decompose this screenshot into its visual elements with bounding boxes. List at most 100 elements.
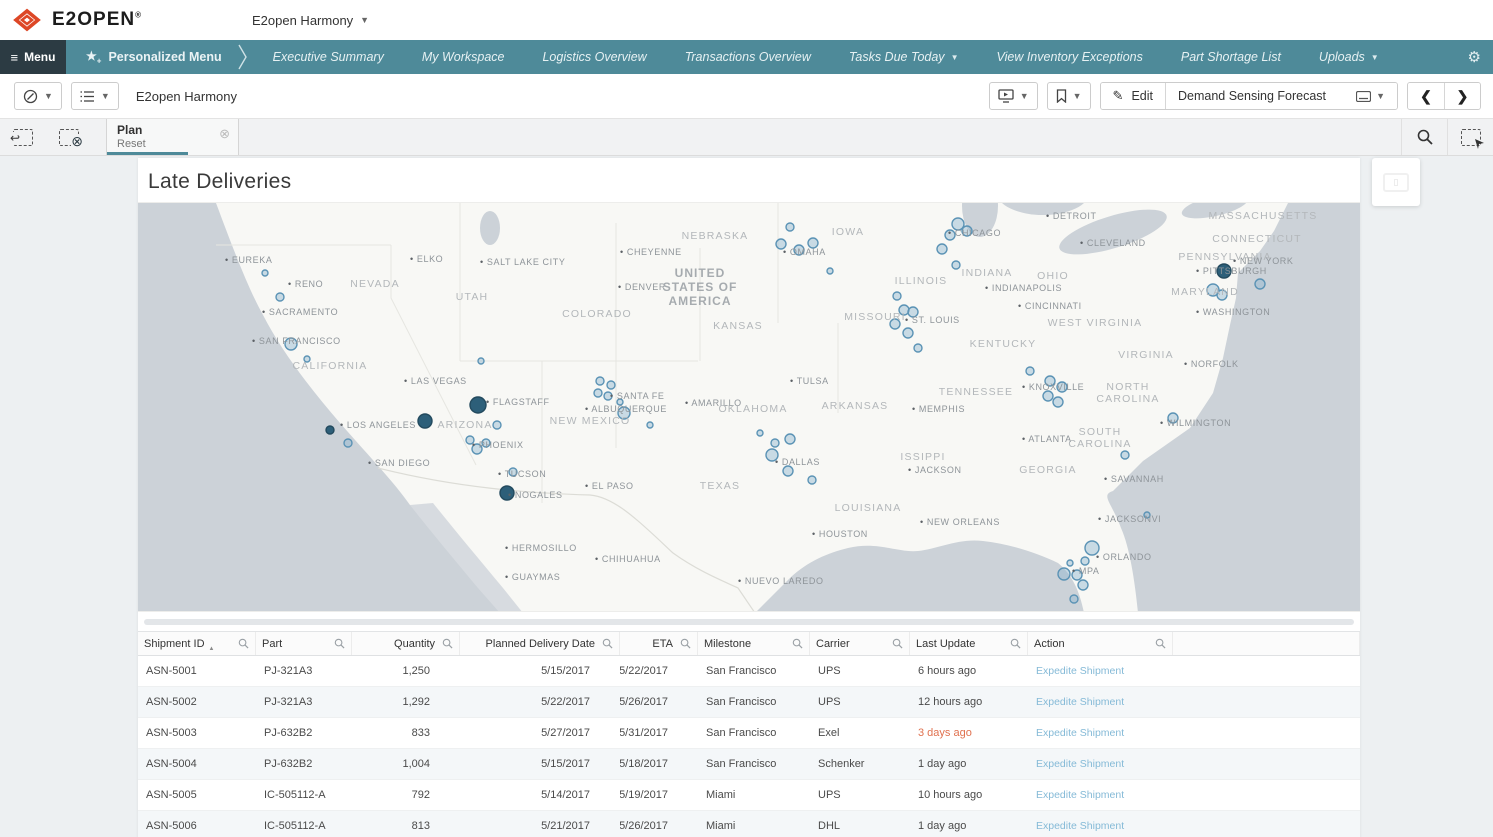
shipment-location-dot[interactable] [493, 421, 501, 429]
forecast-selector[interactable]: Demand Sensing Forecast ▼ [1165, 83, 1397, 109]
shipment-location-dot[interactable] [937, 244, 947, 254]
expedite-shipment-link[interactable]: Expedite Shipment [1036, 727, 1124, 739]
shipment-location-dot[interactable] [794, 245, 804, 255]
table-row-asn-5002[interactable]: ASN-5002PJ-321A31,2925/22/20175/26/2017S… [138, 687, 1360, 718]
shipment-location-dot[interactable] [1144, 512, 1150, 518]
column-header-shipment_id[interactable]: Shipment ID▲ [138, 632, 256, 655]
shipment-location-dot[interactable] [899, 305, 909, 315]
table-row-asn-5003[interactable]: ASN-5003PJ-632B28335/27/20175/31/2017San… [138, 718, 1360, 749]
nav-item-tasks-due-today[interactable]: Tasks Due Today▼ [830, 50, 978, 64]
shipment-location-dot[interactable] [596, 377, 604, 385]
table-row-asn-5004[interactable]: ASN-5004PJ-632B21,0045/15/20175/18/2017S… [138, 749, 1360, 780]
nav-item-view-inventory-exceptions[interactable]: View Inventory Exceptions [977, 50, 1161, 64]
shipment-location-dot[interactable] [1026, 367, 1034, 375]
shipment-location-dot[interactable] [1217, 290, 1227, 300]
shipment-location-dot[interactable] [509, 468, 517, 476]
nav-item-transactions-overview[interactable]: Transactions Overview [666, 50, 830, 64]
shipment-location-dot[interactable] [276, 293, 284, 301]
shipment-location-dot[interactable] [304, 356, 310, 362]
shipment-location-dot[interactable] [1067, 560, 1073, 566]
nav-item-uploads[interactable]: Uploads▼ [1300, 50, 1398, 64]
shipment-location-dot[interactable] [607, 381, 615, 389]
shipment-location-dot[interactable] [757, 430, 763, 436]
expedite-shipment-link[interactable]: Expedite Shipment [1036, 820, 1124, 832]
shipment-location-dot[interactable] [618, 407, 630, 419]
shipment-location-dot[interactable] [945, 230, 955, 240]
select-region-button[interactable] [1447, 119, 1493, 155]
expedite-shipment-link[interactable]: Expedite Shipment [1036, 696, 1124, 708]
map-horizontal-scrollbar[interactable] [144, 619, 1354, 625]
shipment-location-dot[interactable] [785, 434, 795, 444]
column-search-icon[interactable] [1155, 638, 1166, 649]
shipment-location-dot[interactable] [908, 307, 918, 317]
outline-tool-button[interactable]: ▼ [71, 82, 119, 110]
column-header-last_update[interactable]: Last Update [910, 632, 1028, 655]
column-header-planned_delivery_date[interactable]: Planned Delivery Date [460, 632, 620, 655]
nav-item-executive-summary[interactable]: Executive Summary [254, 50, 403, 64]
shipment-location-dot[interactable] [771, 439, 779, 447]
shipment-location-dot[interactable] [903, 328, 913, 338]
shipment-location-dot[interactable] [786, 223, 794, 231]
search-button[interactable] [1401, 119, 1447, 155]
next-button[interactable]: ❯ [1444, 83, 1480, 109]
shipment-location-dot[interactable] [1057, 382, 1067, 392]
shipment-location-dot[interactable] [1045, 376, 1055, 386]
shipment-location-dot[interactable] [1072, 570, 1082, 580]
shipment-location-dot[interactable] [482, 439, 490, 447]
expedite-shipment-link[interactable]: Expedite Shipment [1036, 758, 1124, 770]
map-widget-button[interactable] [1372, 158, 1420, 206]
shipment-location-dot[interactable] [647, 422, 653, 428]
column-header-quantity[interactable]: Quantity [352, 632, 460, 655]
shipment-location-dot[interactable] [890, 319, 900, 329]
table-row-asn-5001[interactable]: ASN-5001PJ-321A31,2505/15/20175/22/2017S… [138, 656, 1360, 687]
personalized-menu-button[interactable]: ★+ Personalized Menu [66, 40, 238, 74]
shipment-location-dot[interactable] [952, 261, 960, 269]
shipment-location-dot[interactable] [1058, 568, 1070, 580]
shipment-location-dot[interactable] [1081, 557, 1089, 565]
menu-button[interactable]: ≡ Menu [0, 40, 66, 74]
nav-item-my-workspace[interactable]: My Workspace [403, 50, 524, 64]
shipment-location-dot[interactable] [344, 439, 352, 447]
shipment-location-dot[interactable] [500, 486, 514, 500]
shipment-location-dot[interactable] [1085, 541, 1099, 555]
shipment-location-dot[interactable] [1168, 413, 1178, 423]
table-row-asn-5006[interactable]: ASN-5006IC-505112-A8135/21/20175/26/2017… [138, 811, 1360, 837]
shipment-location-dot[interactable] [827, 268, 833, 274]
app-selector-dropdown[interactable]: E2open Harmony ▼ [252, 13, 369, 28]
shipment-location-dot[interactable] [1070, 595, 1078, 603]
shipment-location-dot[interactable] [604, 392, 612, 400]
column-header-eta[interactable]: ETA [620, 632, 698, 655]
undo-selection-button[interactable]: ↩ [0, 119, 46, 155]
shipment-location-dot[interactable] [1043, 391, 1053, 401]
shipment-location-dot[interactable] [914, 344, 922, 352]
shipment-location-dot[interactable] [1217, 264, 1231, 278]
previous-button[interactable]: ❮ [1408, 83, 1444, 109]
column-search-icon[interactable] [238, 638, 249, 649]
shipment-location-dot[interactable] [472, 444, 482, 454]
shipment-location-dot[interactable] [783, 466, 793, 476]
nav-item-part-shortage-list[interactable]: Part Shortage List [1162, 50, 1300, 64]
shipment-location-dot[interactable] [962, 226, 972, 236]
column-search-icon[interactable] [892, 638, 903, 649]
shipment-location-dot[interactable] [594, 389, 602, 397]
shipment-location-dot[interactable] [776, 239, 786, 249]
column-header-action[interactable]: Action [1028, 632, 1173, 655]
column-search-icon[interactable] [602, 638, 613, 649]
edit-button[interactable]: ✎ Edit [1101, 83, 1165, 109]
column-header-milestone[interactable]: Milestone [698, 632, 810, 655]
shipment-location-dot[interactable] [808, 238, 818, 248]
shipment-location-dot[interactable] [1255, 279, 1265, 289]
shipment-location-dot[interactable] [478, 358, 484, 364]
shipment-location-dot[interactable] [617, 399, 623, 405]
settings-gear-icon[interactable]: ⚙ [1468, 40, 1493, 74]
bookmark-button[interactable]: ▼ [1047, 82, 1091, 110]
clear-selection-button[interactable]: ⊗ [46, 119, 92, 155]
shipment-location-dot[interactable] [466, 436, 474, 444]
shipment-location-dot[interactable] [470, 397, 486, 413]
shipment-location-dot[interactable] [418, 414, 432, 428]
column-search-icon[interactable] [792, 638, 803, 649]
tab-close-icon[interactable]: ⊗ [219, 126, 230, 142]
expedite-shipment-link[interactable]: Expedite Shipment [1036, 789, 1124, 801]
shipment-location-dot[interactable] [1121, 451, 1129, 459]
column-search-icon[interactable] [442, 638, 453, 649]
